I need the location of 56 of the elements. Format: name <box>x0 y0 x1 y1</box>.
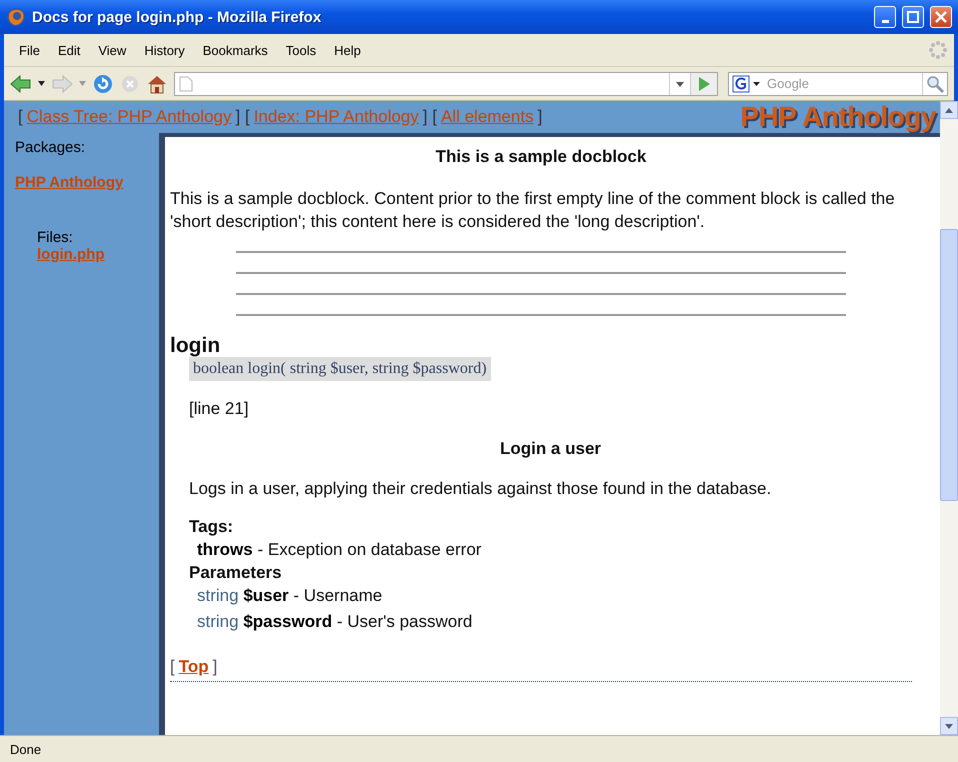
browser-logo-icon <box>6 7 26 27</box>
bracket: ] <box>212 657 218 677</box>
scrollbar[interactable] <box>940 101 958 735</box>
top-link[interactable]: Top <box>178 657 209 677</box>
scroll-up-button[interactable] <box>940 101 958 119</box>
search-engine-icon[interactable] <box>732 74 762 92</box>
function-description: Logs in a user, applying their credentials against those found in the database. <box>189 479 772 499</box>
function-summary: Login a user <box>498 439 602 459</box>
line-number: [line 21] <box>189 399 250 419</box>
parameters-heading: Parameters <box>189 563 283 583</box>
docblock-text: This is a sample docblock. Content prior to the first empty line of the comment block is called the 'short description'; this content here is considered the 'long description'. <box>170 188 896 233</box>
scroll-down-button[interactable] <box>940 717 958 735</box>
page-icon <box>179 76 193 92</box>
bracket: ] <box>538 107 542 127</box>
maximize-icon <box>907 11 919 23</box>
menu-item[interactable]: Tools <box>276 40 326 60</box>
close-button[interactable] <box>930 6 952 28</box>
site-logo: PHP Anthology <box>739 101 938 133</box>
menu-item[interactable]: View <box>89 40 136 60</box>
back-icon[interactable] <box>10 74 32 94</box>
docblock-title: This is a sample docblock <box>434 147 648 167</box>
bracket: [ <box>18 107 23 127</box>
bracket: ] <box>235 107 240 127</box>
bracket: [ <box>432 107 437 127</box>
menu-item[interactable]: Edit <box>48 40 90 60</box>
caret-up-icon <box>945 108 953 112</box>
maximize-button[interactable] <box>902 6 924 28</box>
tag-line: throws - Exception on database error <box>197 539 482 561</box>
menu-item[interactable]: History <box>135 40 194 60</box>
window-title: Docs for page login.php - Mozilla Firefox <box>32 8 322 26</box>
parameter-line: string $user - Username <box>197 585 384 607</box>
reload-icon[interactable] <box>92 72 114 94</box>
status-text: Done <box>10 742 42 756</box>
tags-heading: Tags: <box>189 517 234 537</box>
throbber-icon <box>928 40 948 60</box>
close-icon <box>935 11 947 23</box>
menu-item[interactable]: Bookmarks <box>194 40 277 60</box>
parameter-line: string $password - User's password <box>197 611 474 633</box>
menu-item[interactable]: Help <box>325 40 370 60</box>
minimize-icon <box>882 20 888 22</box>
function-signature: boolean login( string $user, string $password) <box>189 357 491 381</box>
caret-down-icon <box>945 724 953 728</box>
minimize-button[interactable] <box>874 6 896 28</box>
search-field[interactable]: Google <box>765 75 922 92</box>
bracket: ] <box>422 107 428 127</box>
home-icon[interactable] <box>146 74 168 94</box>
search-icon[interactable] <box>922 72 947 94</box>
bracket: [ <box>170 657 175 677</box>
scroll-thumb[interactable] <box>940 229 958 501</box>
search-box[interactable]: Google <box>728 72 948 96</box>
files-label: Files: <box>37 229 74 246</box>
menu-item[interactable]: File <box>10 40 49 60</box>
bracket: [ <box>244 107 250 127</box>
function-name: login <box>170 335 222 357</box>
packages-label: Packages: <box>15 139 86 156</box>
dropdown-icon[interactable] <box>38 81 45 86</box>
